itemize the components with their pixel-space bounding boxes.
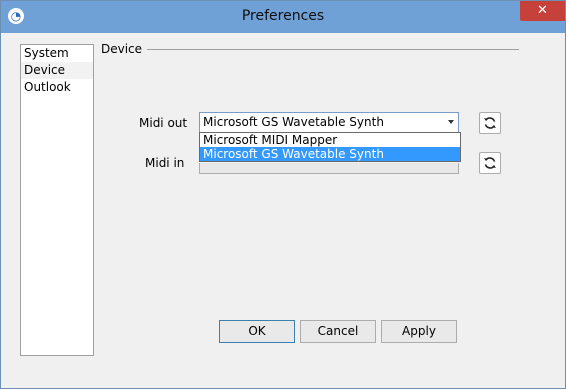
- sidebar-item-outlook[interactable]: Outlook: [21, 79, 93, 96]
- midi-out-value: Microsoft GS Wavetable Synth: [203, 115, 384, 129]
- section-title: Device: [101, 42, 143, 56]
- window-title: Preferences: [241, 8, 325, 24]
- close-button[interactable]: ✕: [520, 1, 565, 21]
- category-list: System Device Outlook: [20, 44, 94, 356]
- midi-out-select[interactable]: Microsoft GS Wavetable Synth: [199, 112, 459, 133]
- refresh-icon: [484, 157, 496, 169]
- dialog-body: System Device Outlook Device Midi out Mi…: [9, 33, 558, 382]
- midi-out-label: Midi out: [139, 116, 188, 130]
- refresh-icon: [484, 117, 496, 129]
- midi-out-dropdown: Microsoft MIDI Mapper Microsoft GS Wavet…: [199, 132, 461, 162]
- cancel-button[interactable]: Cancel: [300, 320, 376, 343]
- chevron-down-icon[interactable]: [448, 120, 454, 124]
- sidebar-item-device[interactable]: Device: [21, 62, 93, 79]
- midi-in-label: Midi in: [145, 156, 185, 170]
- title-bar[interactable]: ◔ Preferences ✕: [1, 1, 565, 33]
- sidebar-item-system[interactable]: System: [21, 45, 93, 62]
- apply-button[interactable]: Apply: [381, 320, 457, 343]
- section-divider: [147, 49, 519, 50]
- preferences-window: ◔ Preferences ✕ System Device Outlook De…: [0, 0, 566, 389]
- midi-in-select[interactable]: [199, 163, 459, 174]
- refresh-midi-out-button[interactable]: [479, 112, 501, 134]
- ok-button[interactable]: OK: [219, 320, 295, 343]
- dropdown-option-highlighted[interactable]: Microsoft GS Wavetable Synth: [200, 147, 460, 161]
- dropdown-option[interactable]: Microsoft MIDI Mapper: [200, 133, 460, 147]
- refresh-midi-in-button[interactable]: [479, 152, 501, 174]
